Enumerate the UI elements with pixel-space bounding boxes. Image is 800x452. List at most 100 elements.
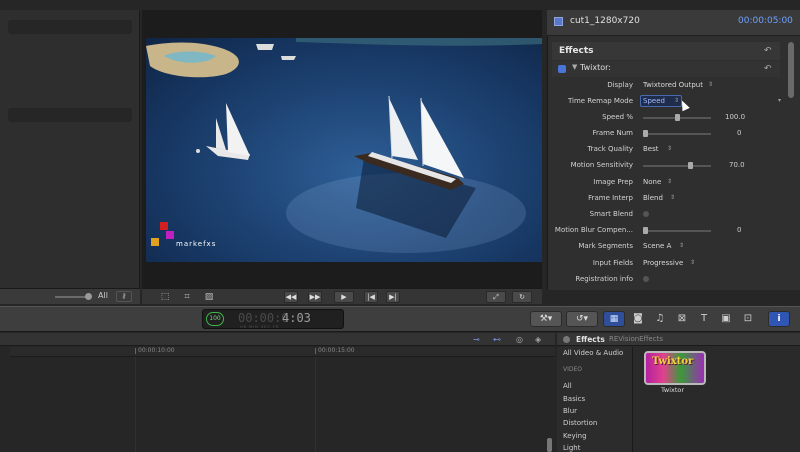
timecode-units: HR MIN SEC FR [240,325,280,329]
effects-browser-title: Effects [576,335,605,344]
audio-skimming-icon[interactable]: ◎ [516,335,523,344]
category-item[interactable]: Light [563,444,580,452]
effects-section-title: Effects [559,46,594,56]
speed-slider-knob[interactable] [675,114,680,121]
stepper-icon[interactable]: ⇕ [690,259,695,266]
generator-icon[interactable]: ▣ [716,311,736,327]
category-item[interactable]: Basics [563,395,585,403]
inspector-scrollbar[interactable] [788,42,794,98]
registration-info-checkbox[interactable] [643,276,649,282]
filter-label[interactable]: All [98,291,108,300]
photo-icon[interactable]: ◙ [628,311,648,327]
param-number[interactable]: 0 [737,129,741,137]
param-value[interactable]: None [643,178,661,186]
video-effects-icon[interactable]: ▦ [603,311,625,327]
browser-row[interactable] [8,20,132,34]
param-label: Motion Sensitivity [570,161,633,169]
stepper-icon[interactable]: ⇕ [708,81,713,88]
snapping-icon[interactable]: ⊷ [493,335,501,344]
category-item[interactable]: Distortion [563,419,597,427]
motion-sensitivity-slider-knob[interactable] [687,162,693,169]
param-label: Registration info [575,275,633,283]
browser-row[interactable] [8,108,132,122]
category-item[interactable]: Blur [563,407,577,415]
timeline-scrollbar[interactable] [547,438,552,452]
frame-num-slider[interactable] [643,133,711,135]
browser-footer: All ⚷ [0,288,140,304]
video-frame: markefxs [146,38,542,262]
key-icon[interactable]: ⚷ [116,291,132,302]
category-item[interactable]: All Video & Audio [563,349,623,357]
param-number[interactable]: 70.0 [729,161,745,169]
solo-icon[interactable]: ◈ [535,335,541,344]
inspector-info-icon[interactable]: i [768,311,790,327]
clip-name: cut1_1280x720 [570,16,640,26]
category-section-header: VIDEO [563,366,583,373]
effects-browser-vendor: REVisionEffects [609,335,663,343]
effect-enable-checkbox[interactable] [558,65,566,73]
category-item[interactable]: Keying [563,432,587,440]
ruler-tick [135,348,136,354]
disclosure-triangle-icon[interactable]: ▼ [572,63,577,71]
motion-blur-slider-knob[interactable] [643,227,648,234]
transform-icon[interactable]: ⌗ [180,290,194,304]
video-image [146,38,542,253]
param-value[interactable]: Speed [643,97,665,105]
clip-icon [554,17,563,26]
watermark-logo-text: markefxs [176,240,217,248]
param-label: Image Prep [593,178,633,186]
param-value[interactable]: Blend [643,194,663,202]
title-icon[interactable]: T [694,311,714,327]
frame-num-slider-knob[interactable] [643,130,648,137]
param-value[interactable]: Twixtored Output [643,81,703,89]
clip-size-slider-knob[interactable] [85,293,92,300]
smart-blend-checkbox[interactable] [643,211,649,217]
transition-icon[interactable]: ⊠ [672,311,692,327]
motion-blur-slider[interactable] [643,230,711,232]
prev-frame-icon[interactable]: ◀◀ [284,291,298,303]
crop-icon[interactable]: ⬚ [158,290,172,304]
timeline-gridline [315,357,316,452]
param-value[interactable]: Best [643,145,659,153]
reset-icon[interactable]: ↶ [764,46,772,56]
param-value[interactable]: Progressive [643,259,683,267]
ruler-tick [315,348,316,354]
timeline-ruler[interactable] [10,347,555,357]
event-browser [0,10,140,290]
ruler-label: 00:00:15:00 [318,347,355,354]
fullscreen-icon[interactable]: ⤢ [486,291,506,303]
param-value[interactable]: Scene A [643,242,671,250]
reset-icon[interactable]: ↶ [764,64,772,74]
param-number[interactable]: 100.0 [725,113,745,121]
param-label: Smart Blend [589,210,633,218]
param-label: Time Remap Mode [567,97,633,105]
stepper-icon[interactable]: ⇕ [670,194,675,201]
timeline-gridline [135,357,136,452]
motion-sensitivity-slider[interactable] [643,165,711,167]
themes-icon[interactable]: ⊡ [738,311,758,327]
param-label: Frame Num [592,129,633,137]
param-label: Input Fields [592,259,633,267]
select-tool-icon[interactable]: ⚒▾ [530,311,562,327]
timecode-percent-badge: 100 [206,312,224,326]
stepper-icon[interactable]: ⇕ [667,145,672,152]
next-frame-icon[interactable]: ▶▶ [308,291,322,303]
close-icon[interactable] [563,336,570,343]
dropdown-arrow-icon[interactable]: ▾ [778,97,781,104]
effect-thumbnail-label: Twixtor [661,386,685,394]
play-icon[interactable]: ▶ [334,291,354,303]
to-end-icon[interactable]: ▶| [386,291,400,303]
stepper-icon[interactable]: ⇕ [667,178,672,185]
timeline-header [0,333,555,346]
param-label: Mark Segments [578,242,633,250]
ruler-label: 00:00:10:00 [138,347,175,354]
loop-icon[interactable]: ↻ [512,291,532,303]
stepper-icon[interactable]: ⇕ [679,242,684,249]
retime-icon[interactable]: ↺▾ [566,311,598,327]
distort-icon[interactable]: ▨ [202,290,216,304]
category-item[interactable]: All [563,382,572,390]
music-icon[interactable]: ♫ [650,311,670,327]
param-number[interactable]: 0 [737,226,741,234]
clip-appearance-icon[interactable]: ⊸ [473,335,480,344]
to-start-icon[interactable]: |◀ [364,291,378,303]
